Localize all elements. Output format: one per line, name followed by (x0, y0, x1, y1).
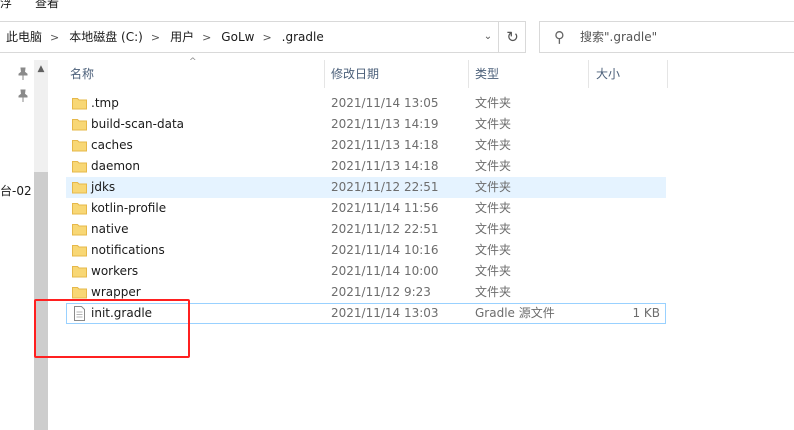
file-size: 1 KB (632, 306, 660, 320)
folder-icon (72, 222, 87, 236)
file-date: 2021/11/14 10:00 (331, 264, 439, 278)
annotation-highlight-box (34, 299, 190, 358)
folder-icon (72, 96, 87, 110)
column-header-date[interactable]: 修改日期 (331, 60, 379, 88)
breadcrumb-users[interactable]: 用户 (170, 22, 194, 52)
file-name: native (91, 222, 129, 236)
file-date: 2021/11/14 13:03 (331, 306, 439, 320)
ribbon-tabs: 浮 查看 (0, 0, 794, 16)
folder-icon (72, 264, 87, 278)
address-bar[interactable]: 此电脑 > 本地磁盘 (C:) > 用户 > GoLw > .gradle ⌄ ↻ (0, 21, 526, 53)
file-name: .tmp (91, 96, 119, 110)
chevron-down-icon[interactable]: ⌄ (479, 22, 497, 52)
column-headers: ^ 名称 修改日期 类型 大小 (48, 57, 794, 88)
file-type: 文件夹 (475, 117, 512, 131)
column-divider[interactable] (468, 60, 469, 88)
scroll-up-arrow-icon[interactable]: ▲ (34, 60, 48, 78)
file-date: 2021/11/14 11:56 (331, 201, 439, 215)
address-row: 此电脑 > 本地磁盘 (C:) > 用户 > GoLw > .gradle ⌄ ↻ ⚲ 搜索".… (0, 16, 794, 60)
column-divider[interactable] (667, 60, 668, 88)
file-name: workers (91, 264, 139, 278)
breadcrumb-gradle[interactable]: .gradle (282, 22, 324, 52)
column-header-type[interactable]: 类型 (475, 60, 499, 88)
file-name: build-scan-data (91, 117, 185, 131)
nav-scrollbar[interactable]: ▲ (34, 60, 48, 430)
navigation-pane: 台-02 (0, 60, 34, 430)
file-type: 文件夹 (475, 243, 512, 257)
nav-item-partial[interactable]: 台-02 (0, 182, 32, 199)
search-input[interactable]: 搜索".gradle" (580, 22, 657, 52)
chevron-right-icon[interactable]: > (202, 23, 211, 53)
breadcrumb-local-disk[interactable]: 本地磁盘 (C:) (69, 22, 143, 52)
folder-icon (72, 117, 87, 131)
file-type: 文件夹 (475, 222, 512, 236)
breadcrumb-user-folder[interactable]: GoLw (221, 22, 254, 52)
file-type: 文件夹 (475, 138, 512, 152)
pin-icon[interactable] (17, 67, 29, 81)
breadcrumb: 此电脑 > 本地磁盘 (C:) > 用户 > GoLw > .gradle (6, 22, 324, 52)
file-name: daemon (91, 159, 140, 173)
file-type: 文件夹 (475, 159, 512, 173)
file-date: 2021/11/13 14:18 (331, 159, 439, 173)
folder-icon (72, 201, 87, 215)
folder-icon (72, 243, 87, 257)
file-date: 2021/11/12 9:23 (331, 285, 431, 299)
file-type: 文件夹 (475, 96, 512, 110)
file-type: Gradle 源文件 (475, 306, 555, 320)
file-type: 文件夹 (475, 264, 512, 278)
folder-icon (72, 285, 87, 299)
chevron-right-icon[interactable]: > (262, 23, 271, 53)
column-header-name[interactable]: 名称 (70, 60, 94, 88)
file-name: kotlin-profile (91, 201, 167, 215)
search-box[interactable]: ⚲ 搜索".gradle" (539, 21, 794, 53)
folder-icon (72, 180, 87, 194)
file-date: 2021/11/13 14:18 (331, 138, 439, 152)
breadcrumb-this-pc[interactable]: 此电脑 (6, 22, 42, 52)
file-name: jdks (91, 180, 116, 194)
sort-ascending-icon: ^ (189, 57, 197, 67)
ribbon-tab-partial[interactable]: 浮 (0, 0, 12, 11)
file-date: 2021/11/14 10:16 (331, 243, 439, 257)
folder-icon (72, 159, 87, 173)
chevron-right-icon[interactable]: > (50, 23, 59, 53)
ribbon-tab-view[interactable]: 查看 (35, 0, 59, 11)
file-row[interactable]: kotlin-profile 2021/11/14 11:56 文件夹 (66, 198, 666, 219)
file-date: 2021/11/12 22:51 (331, 180, 439, 194)
file-type: 文件夹 (475, 285, 512, 299)
file-row[interactable]: daemon 2021/11/13 14:18 文件夹 (66, 156, 666, 177)
file-list: .tmp 2021/11/14 13:05 文件夹 build-scan-data 20… (66, 93, 666, 324)
file-row[interactable]: .tmp 2021/11/14 13:05 文件夹 (66, 93, 666, 114)
file-row[interactable]: build-scan-data 2021/11/13 14:19 文件夹 (66, 114, 666, 135)
file-type: 文件夹 (475, 201, 512, 215)
file-row[interactable]: native 2021/11/12 22:51 文件夹 (66, 219, 666, 240)
file-name: caches (91, 138, 133, 152)
file-row[interactable]: notifications 2021/11/14 10:16 文件夹 (66, 240, 666, 261)
file-date: 2021/11/13 14:19 (331, 117, 439, 131)
file-row[interactable]: caches 2021/11/13 14:18 文件夹 (66, 135, 666, 156)
file-type: 文件夹 (475, 180, 512, 194)
file-row[interactable]: workers 2021/11/14 10:00 文件夹 (66, 261, 666, 282)
file-row[interactable]: jdks 2021/11/12 22:51 文件夹 (66, 177, 666, 198)
column-header-size[interactable]: 大小 (596, 60, 620, 88)
chevron-right-icon[interactable]: > (151, 23, 160, 53)
folder-icon (72, 138, 87, 152)
column-divider[interactable] (588, 60, 589, 88)
file-date: 2021/11/12 22:51 (331, 222, 439, 236)
file-date: 2021/11/14 13:05 (331, 96, 439, 110)
file-name: notifications (91, 243, 165, 257)
column-divider[interactable] (324, 60, 325, 88)
search-icon: ⚲ (554, 28, 565, 46)
refresh-button[interactable]: ↻ (498, 22, 526, 52)
pin-icon[interactable] (17, 89, 29, 103)
